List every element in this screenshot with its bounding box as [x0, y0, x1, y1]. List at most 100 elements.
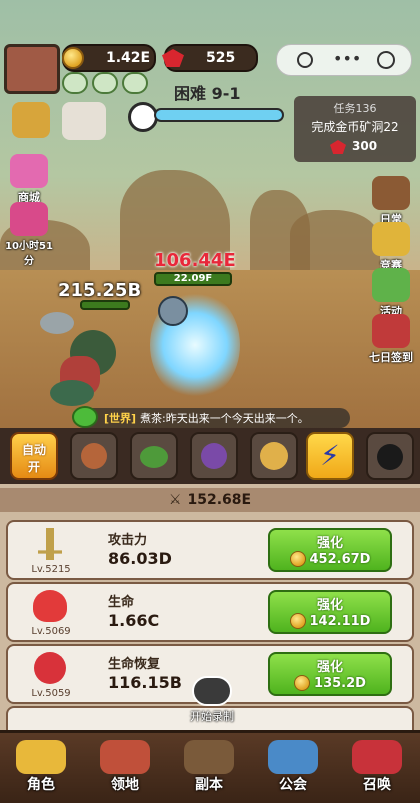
gem-counter: 525: [162, 44, 258, 72]
sign-in-icon: [372, 314, 410, 348]
attack-name: 攻击力: [108, 533, 148, 548]
video-camera-icon: [192, 676, 232, 706]
chat-message: 煮茶:昨天出来一个今天出来一个。: [140, 412, 309, 425]
side-button-timer[interactable]: 10小时51分: [2, 202, 56, 267]
power-bar: ⚔ 152.68E: [0, 488, 420, 512]
close-icon[interactable]: [377, 51, 395, 69]
team-hp-value: 215.25B: [58, 280, 142, 301]
regen-name: 生命恢复: [108, 657, 161, 672]
stage-label: 困难 9-1: [174, 84, 241, 103]
gem-icon: [162, 49, 184, 67]
buff-icon[interactable]: [62, 72, 88, 94]
coin-icon: [289, 613, 306, 629]
pinwheel-icon: [372, 268, 410, 302]
attack-cost: 452.67D: [309, 551, 371, 567]
nav-territory[interactable]: 领地: [86, 740, 164, 794]
dungeon-icon: [184, 740, 234, 774]
heart-pulse-icon: [33, 590, 67, 622]
chat-channel: [世界]: [104, 412, 137, 425]
auto-state: 开: [27, 460, 40, 474]
auto-toggle[interactable]: 自动 开: [10, 432, 58, 480]
regen-level: Lv.5059: [31, 688, 71, 699]
task-title: 任务136: [333, 102, 377, 115]
fund-icon: [12, 102, 50, 138]
health-cost: 142.11D: [309, 613, 371, 629]
task-reward: 300: [352, 139, 378, 153]
auto-label: 自动: [21, 443, 46, 457]
nav-guild-label: 公会: [279, 777, 307, 793]
enemy-hp-value: 22.09F: [173, 273, 213, 284]
side-button-shop[interactable]: 商城: [2, 154, 56, 205]
health-upgrade-button[interactable]: 强化 142.11D: [268, 590, 392, 634]
coin-icon: [289, 551, 306, 567]
nav-dungeon-label: 副本: [195, 777, 223, 793]
chef-icon[interactable]: [62, 102, 106, 140]
crown-icon: [16, 740, 66, 774]
mini-program-menu[interactable]: •••: [276, 44, 412, 76]
skill-frog[interactable]: [130, 432, 178, 480]
buff-icon[interactable]: [122, 72, 148, 94]
profile-icon[interactable]: [297, 52, 313, 68]
timer-label: 10小时51分: [5, 241, 53, 267]
regen-value: 116.15B: [108, 673, 182, 692]
heart-plus-icon: [34, 652, 66, 684]
chat-bar[interactable]: [世界] 煮茶:昨天出来一个今天出来一个。: [72, 406, 350, 428]
nav-territory-label: 领地: [111, 777, 139, 793]
side-button-contest[interactable]: 竞赛: [364, 222, 418, 273]
wallet-icon: [372, 176, 410, 210]
hero-group: [40, 300, 150, 410]
lightning-icon: ⚡: [320, 439, 340, 472]
skill-monkey[interactable]: [250, 432, 298, 480]
side-button-fund[interactable]: [4, 102, 58, 139]
attack-upgrade-button[interactable]: 强化 452.67D: [268, 528, 392, 572]
coin-counter: 1.42E: [62, 44, 156, 72]
calendar-clock-icon: [10, 202, 48, 236]
upgrade-row-attack: Lv.5215 攻击力 86.03D 强化 452.67D: [6, 520, 414, 580]
task-panel[interactable]: 任务136 完成金币矿洞22 300: [294, 96, 416, 162]
nav-summon-label: 召唤: [363, 777, 391, 793]
summon-icon: [352, 740, 402, 774]
skill-lightning[interactable]: ⚡: [306, 432, 354, 480]
record-label: 开始录制: [190, 710, 234, 723]
attack-value: 86.03D: [108, 549, 172, 568]
health-value: 1.66C: [108, 611, 160, 630]
upgrade-label: 强化: [316, 660, 343, 675]
avatar[interactable]: [4, 44, 60, 94]
skill-meteor[interactable]: [70, 432, 118, 480]
more-icon[interactable]: •••: [333, 51, 361, 67]
coin-icon: [294, 675, 311, 691]
power-value: 152.68E: [187, 492, 252, 508]
coin-icon: [62, 47, 84, 69]
side-button-signin[interactable]: 七日签到: [364, 314, 418, 365]
upgrade-label: 强化: [316, 598, 343, 613]
frog-icon: [140, 446, 168, 468]
task-reward-gem-icon: [330, 140, 346, 154]
boss-weapon: [158, 296, 188, 326]
health-name: 生命: [108, 595, 135, 610]
damage-number: 106.44E: [154, 250, 236, 271]
nav-role-label: 角色: [27, 777, 55, 793]
record-button[interactable]: 开始录制: [184, 676, 240, 724]
trophy-icon: [372, 222, 410, 256]
upgrade-row-health: Lv.5069 生命 1.66C 强化 142.11D: [6, 582, 414, 642]
side-button-daily[interactable]: 日常: [364, 176, 418, 227]
nav-dungeon[interactable]: 副本: [170, 740, 248, 794]
swords-icon: ⚔: [168, 492, 182, 508]
skill-vortex[interactable]: [190, 432, 238, 480]
side-button-event[interactable]: 活动: [364, 268, 418, 319]
regen-upgrade-button[interactable]: 强化 135.2D: [268, 652, 392, 696]
vortex-icon: [201, 443, 227, 469]
sword-icon: [38, 528, 62, 560]
bomb-icon: [377, 444, 403, 470]
chat-bubble-icon: [72, 406, 98, 428]
meteor-icon: [81, 443, 107, 469]
buff-icon[interactable]: [92, 72, 118, 94]
attack-level: Lv.5215: [31, 564, 71, 575]
upgrade-label: 强化: [316, 536, 343, 551]
nav-guild[interactable]: 公会: [254, 740, 332, 794]
monkey-icon: [260, 442, 288, 470]
nav-summon[interactable]: 召唤: [338, 740, 416, 794]
health-level: Lv.5069: [31, 626, 71, 637]
skill-bomb[interactable]: [366, 432, 414, 480]
nav-role[interactable]: 角色: [2, 740, 80, 794]
